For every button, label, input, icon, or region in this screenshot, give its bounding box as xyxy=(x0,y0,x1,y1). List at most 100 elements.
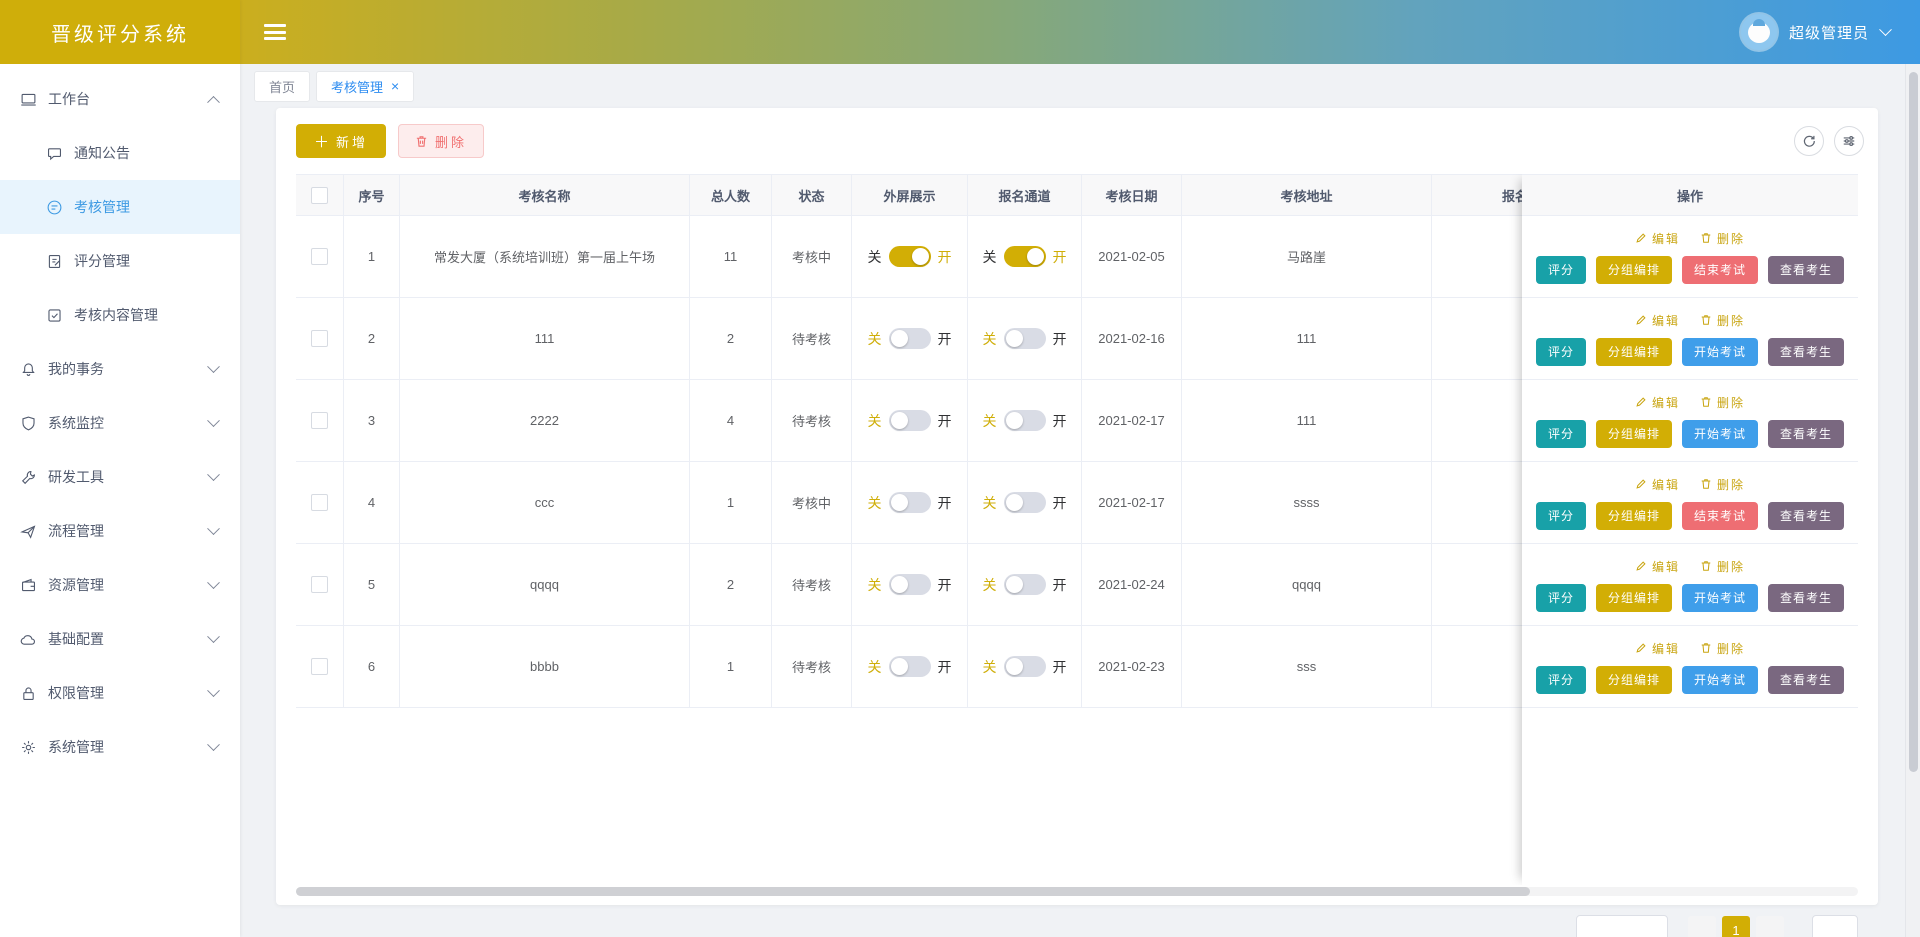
vertical-scrollbar[interactable] xyxy=(1905,64,1920,937)
toggle-pill[interactable] xyxy=(1004,492,1046,513)
delete-button[interactable]: 删除 xyxy=(398,124,484,158)
edit-link[interactable]: 编辑 xyxy=(1635,558,1680,575)
prev-page-button[interactable] xyxy=(1688,916,1716,937)
screen-display-toggle[interactable]: 关开 xyxy=(868,492,952,513)
toggle-pill[interactable] xyxy=(1004,246,1046,267)
delete-link[interactable]: 删除 xyxy=(1700,312,1745,329)
sidebar-item-assessment-content[interactable]: 考核内容管理 xyxy=(0,288,240,342)
screen-display-toggle[interactable]: 关开 xyxy=(868,574,952,595)
edit-link[interactable]: 编辑 xyxy=(1635,312,1680,329)
signup-channel-toggle[interactable]: 关开 xyxy=(983,246,1067,267)
delete-link[interactable]: 删除 xyxy=(1700,640,1745,657)
toggle-pill[interactable] xyxy=(889,656,931,677)
group-arrange-button[interactable]: 分组编排 xyxy=(1596,666,1672,694)
select-all-checkbox[interactable] xyxy=(311,187,328,204)
start-exam-button[interactable]: 开始考试 xyxy=(1682,420,1758,448)
edit-link[interactable]: 编辑 xyxy=(1635,640,1680,657)
signup-channel-toggle[interactable]: 关开 xyxy=(983,410,1067,431)
row-checkbox[interactable] xyxy=(311,330,328,347)
toggle-pill[interactable] xyxy=(889,574,931,595)
group-arrange-button[interactable]: 分组编排 xyxy=(1596,584,1672,612)
edit-link[interactable]: 编辑 xyxy=(1635,394,1680,411)
toggle-pill[interactable] xyxy=(889,492,931,513)
row-checkbox[interactable] xyxy=(311,248,328,265)
signup-channel-toggle[interactable]: 关开 xyxy=(983,328,1067,349)
delete-link[interactable]: 删除 xyxy=(1700,394,1745,411)
group-arrange-button[interactable]: 分组编排 xyxy=(1596,420,1672,448)
view-candidates-button[interactable]: 查看考生 xyxy=(1768,420,1844,448)
score-button[interactable]: 评分 xyxy=(1536,584,1586,612)
score-button[interactable]: 评分 xyxy=(1536,420,1586,448)
sidebar-item-scoring[interactable]: 评分管理 xyxy=(0,234,240,288)
toggle-pill[interactable] xyxy=(889,410,931,431)
hamburger-menu-icon[interactable] xyxy=(264,21,286,44)
user-menu[interactable]: 超级管理员 xyxy=(1741,14,1890,50)
start-exam-button[interactable]: 开始考试 xyxy=(1682,338,1758,366)
screen-display-toggle[interactable]: 关开 xyxy=(868,328,952,349)
add-button[interactable]: ＋ 新增 xyxy=(296,124,386,158)
sidebar-item-notice[interactable]: 通知公告 xyxy=(0,126,240,180)
group-arrange-button[interactable]: 分组编排 xyxy=(1596,338,1672,366)
score-button[interactable]: 评分 xyxy=(1536,502,1586,530)
group-arrange-button[interactable]: 分组编排 xyxy=(1596,502,1672,530)
pencil-icon xyxy=(1635,232,1647,244)
screen-display-toggle[interactable]: 关开 xyxy=(868,246,952,267)
vertical-scrollbar-thumb[interactable] xyxy=(1909,72,1918,772)
view-candidates-button[interactable]: 查看考生 xyxy=(1768,502,1844,530)
tab-home[interactable]: 首页 xyxy=(254,71,310,102)
row-checkbox[interactable] xyxy=(311,658,328,675)
sidebar-item-permission-mgmt[interactable]: 权限管理 xyxy=(0,666,240,720)
close-icon[interactable]: × xyxy=(391,79,399,93)
score-button[interactable]: 评分 xyxy=(1536,256,1586,284)
page-jump-input[interactable] xyxy=(1812,915,1858,937)
signup-channel-toggle[interactable]: 关开 xyxy=(983,656,1067,677)
signup-channel-toggle[interactable]: 关开 xyxy=(983,492,1067,513)
view-candidates-button[interactable]: 查看考生 xyxy=(1768,256,1844,284)
toggle-pill[interactable] xyxy=(889,246,931,267)
toggle-pill[interactable] xyxy=(1004,410,1046,431)
view-candidates-button[interactable]: 查看考生 xyxy=(1768,338,1844,366)
sidebar-item-system-monitor[interactable]: 系统监控 xyxy=(0,396,240,450)
view-candidates-button[interactable]: 查看考生 xyxy=(1768,666,1844,694)
row-checkbox[interactable] xyxy=(311,494,328,511)
toggle-pill[interactable] xyxy=(889,328,931,349)
next-page-button[interactable] xyxy=(1756,916,1784,937)
screen-display-toggle[interactable]: 关开 xyxy=(868,410,952,431)
end-exam-button[interactable]: 结束考试 xyxy=(1682,502,1758,530)
toggle-pill[interactable] xyxy=(1004,574,1046,595)
edit-link[interactable]: 编辑 xyxy=(1635,230,1680,247)
score-button[interactable]: 评分 xyxy=(1536,338,1586,366)
edit-link[interactable]: 编辑 xyxy=(1635,476,1680,493)
group-arrange-button[interactable]: 分组编排 xyxy=(1596,256,1672,284)
sidebar-item-dev-tools[interactable]: 研发工具 xyxy=(0,450,240,504)
horizontal-scrollbar-thumb[interactable] xyxy=(296,887,1530,896)
column-settings-button[interactable] xyxy=(1834,126,1864,156)
sidebar-item-assessment[interactable]: 考核管理 xyxy=(0,180,240,234)
current-page-button[interactable]: 1 xyxy=(1722,916,1750,937)
view-candidates-button[interactable]: 查看考生 xyxy=(1768,584,1844,612)
page-size-select[interactable] xyxy=(1576,915,1668,937)
delete-link[interactable]: 删除 xyxy=(1700,558,1745,575)
delete-link[interactable]: 删除 xyxy=(1700,476,1745,493)
sidebar-item-basic-config[interactable]: 基础配置 xyxy=(0,612,240,666)
screen-display-toggle[interactable]: 关开 xyxy=(868,656,952,677)
row-checkbox[interactable] xyxy=(311,576,328,593)
end-exam-button[interactable]: 结束考试 xyxy=(1682,256,1758,284)
signup-channel-toggle[interactable]: 关开 xyxy=(983,574,1067,595)
row-checkbox[interactable] xyxy=(311,412,328,429)
delete-link[interactable]: 删除 xyxy=(1700,230,1745,247)
horizontal-scrollbar[interactable] xyxy=(296,887,1858,896)
refresh-button[interactable] xyxy=(1794,126,1824,156)
toggle-pill[interactable] xyxy=(1004,656,1046,677)
sidebar-item-my-affairs[interactable]: 我的事务 xyxy=(0,342,240,396)
toggle-pill[interactable] xyxy=(1004,328,1046,349)
score-button[interactable]: 评分 xyxy=(1536,666,1586,694)
tab-assessment[interactable]: 考核管理 × xyxy=(316,71,414,102)
sidebar-item-resource-mgmt[interactable]: 资源管理 xyxy=(0,558,240,612)
start-exam-button[interactable]: 开始考试 xyxy=(1682,666,1758,694)
start-exam-button[interactable]: 开始考试 xyxy=(1682,584,1758,612)
sidebar-item-workbench[interactable]: 工作台 xyxy=(0,72,240,126)
sidebar-item-system-mgmt[interactable]: 系统管理 xyxy=(0,720,240,774)
settings-sliders-icon xyxy=(1842,134,1856,148)
sidebar-item-process-mgmt[interactable]: 流程管理 xyxy=(0,504,240,558)
